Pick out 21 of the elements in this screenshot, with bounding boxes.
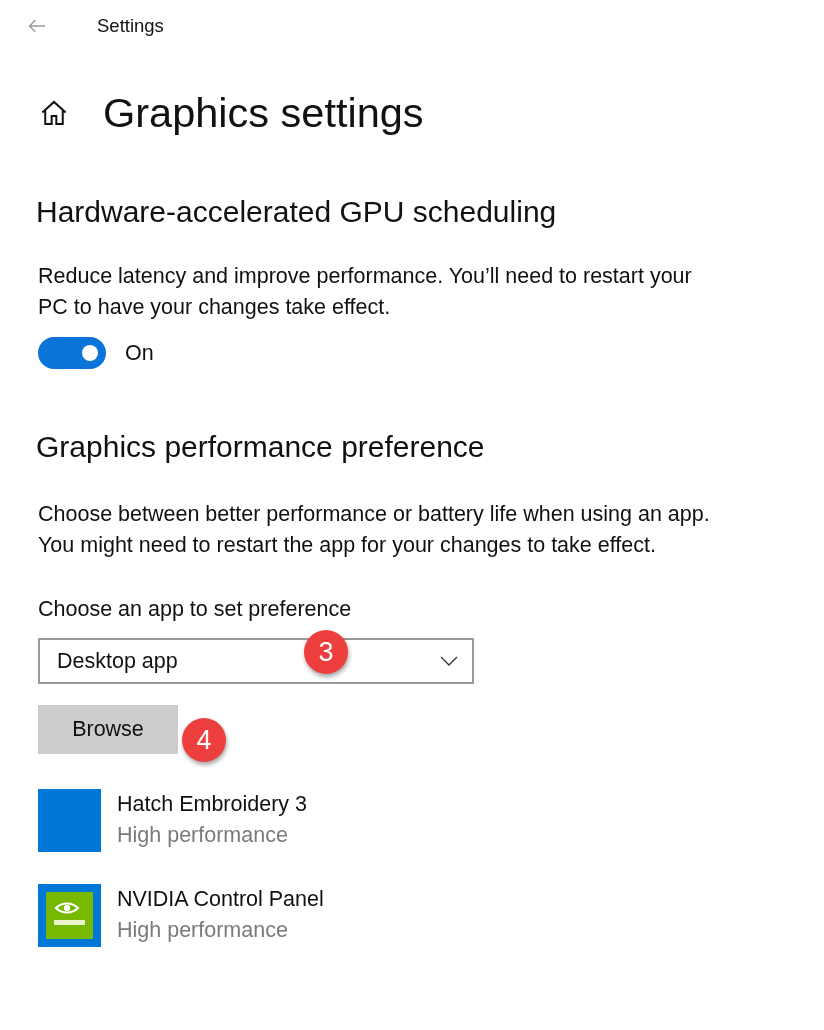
app-tile-icon bbox=[38, 789, 101, 852]
dropdown-label: Choose an app to set preference bbox=[38, 596, 353, 623]
app-preference: High performance bbox=[117, 822, 289, 849]
page-title: Graphics settings bbox=[103, 89, 424, 137]
home-icon[interactable] bbox=[40, 99, 68, 127]
app-logo-icon bbox=[38, 884, 101, 947]
section-heading: Graphics performance preference bbox=[36, 429, 486, 465]
section-description: Choose between better performance or battery life when using an app. You might need to restart the app for your changes to take effect. bbox=[38, 501, 711, 559]
back-arrow-icon[interactable] bbox=[28, 19, 46, 33]
app-name: Hatch Embroidery 3 bbox=[117, 791, 307, 818]
chevron-down-icon bbox=[440, 656, 458, 666]
window-title: Settings bbox=[97, 15, 164, 37]
step-badge: 4 bbox=[182, 718, 226, 762]
app-preference: High performance bbox=[117, 917, 289, 944]
toggle-label: On bbox=[125, 340, 154, 366]
toggle-switch[interactable] bbox=[38, 337, 106, 369]
section-heading: Hardware-accelerated GPU scheduling bbox=[36, 194, 558, 230]
browse-button[interactable]: Browse bbox=[38, 705, 178, 754]
section-description: Reduce latency and improve performance. You’ll need to restart your PC to have your changes take effect. bbox=[38, 263, 693, 321]
step-badge: 3 bbox=[304, 630, 348, 674]
app-name: NVIDIA Control Panel bbox=[117, 886, 324, 913]
